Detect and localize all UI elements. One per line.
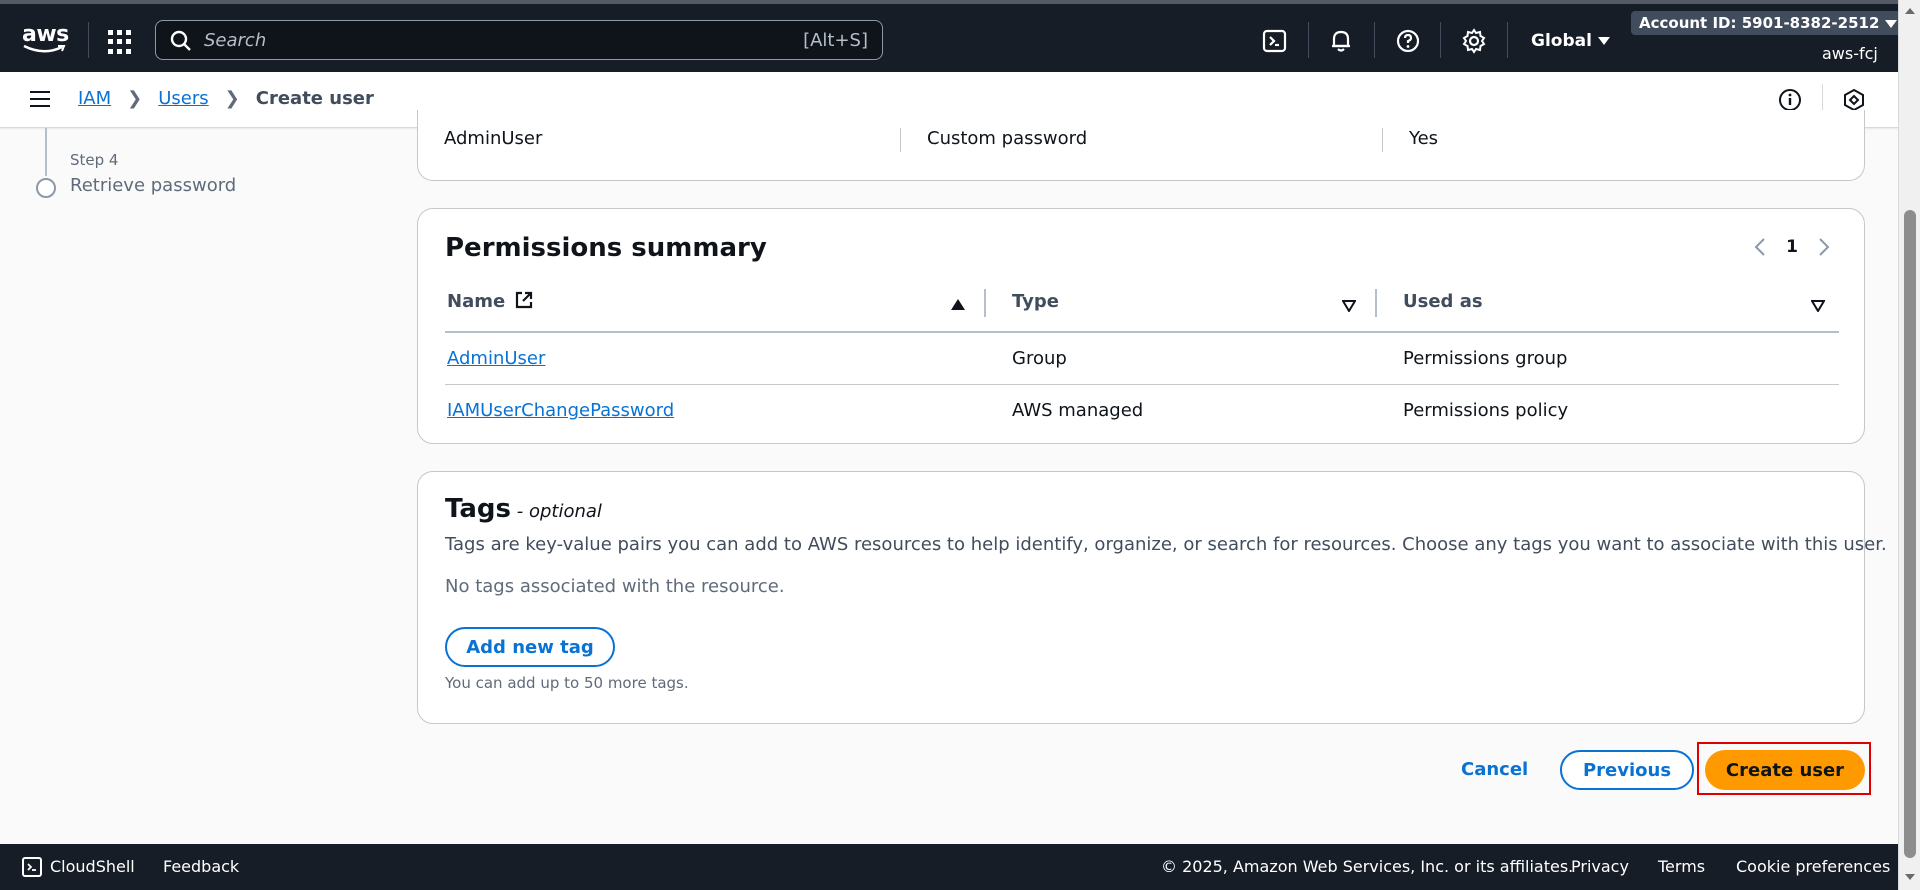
cloudshell-icon[interactable] bbox=[22, 857, 42, 877]
breadcrumb: IAM ❯ Users ❯ Create user bbox=[78, 88, 374, 109]
sort-toggle-icon[interactable] bbox=[1342, 300, 1356, 312]
account-menu[interactable]: Account ID: 5901-8382-2512 bbox=[1631, 11, 1906, 35]
sort-ascending-icon[interactable] bbox=[951, 299, 965, 310]
column-header-name-label: Name bbox=[447, 291, 506, 312]
footer-cloudshell-link[interactable]: CloudShell bbox=[50, 857, 135, 876]
step-number: Step 4 bbox=[70, 151, 119, 169]
create-user-button[interactable]: Create user bbox=[1705, 750, 1865, 790]
account-id-label: Account ID: 5901-8382-2512 bbox=[1639, 14, 1880, 32]
permission-type: AWS managed bbox=[1012, 400, 1144, 421]
user-details-card: AdminUser Custom password Yes bbox=[417, 110, 1865, 181]
previous-button[interactable]: Previous bbox=[1560, 750, 1694, 790]
column-divider bbox=[1382, 128, 1383, 152]
external-link-icon bbox=[516, 291, 533, 309]
scroll-up-icon[interactable] bbox=[1905, 8, 1915, 14]
username[interactable]: aws-fcj bbox=[1822, 44, 1878, 63]
search-shortcut: [Alt+S] bbox=[803, 30, 868, 51]
next-page-icon[interactable] bbox=[1818, 237, 1830, 257]
info-icon[interactable] bbox=[1778, 88, 1802, 112]
region-selector[interactable]: Global bbox=[1531, 31, 1610, 51]
permission-used-as: Permissions group bbox=[1403, 348, 1568, 369]
nav-divider bbox=[1308, 22, 1309, 58]
footer-privacy-link[interactable]: Privacy bbox=[1571, 857, 1629, 876]
aws-logo[interactable]: aws bbox=[22, 22, 69, 58]
console-access-value: Yes bbox=[1409, 128, 1439, 149]
permissions-summary-title: Permissions summary bbox=[445, 233, 767, 263]
cancel-button[interactable]: Cancel bbox=[1461, 759, 1528, 780]
column-header-type[interactable]: Type bbox=[1012, 291, 1059, 312]
search-icon bbox=[170, 30, 191, 51]
column-divider bbox=[1375, 289, 1377, 317]
tags-card: Tags - optional Tags are key-value pairs… bbox=[417, 471, 1887, 724]
nav-divider bbox=[1440, 22, 1441, 58]
password-type-value: Custom password bbox=[927, 128, 1088, 149]
notifications-bell-icon[interactable] bbox=[1328, 28, 1354, 54]
menu-hamburger-icon[interactable] bbox=[30, 91, 50, 107]
column-header-used-as[interactable]: Used as bbox=[1403, 291, 1483, 312]
permission-name-link[interactable]: AdminUser bbox=[447, 348, 545, 369]
sort-toggle-icon[interactable] bbox=[1811, 300, 1825, 312]
top-navigation: aws [Alt+S] Global bbox=[0, 0, 1906, 72]
aws-smile-icon bbox=[23, 44, 66, 53]
tags-title-text: Tags bbox=[445, 494, 512, 524]
search-box[interactable]: [Alt+S] bbox=[155, 20, 883, 60]
tags-optional-label: - optional bbox=[511, 501, 602, 522]
tags-empty-message: No tags associated with the resource. bbox=[445, 576, 785, 597]
permissions-summary-card: Permissions summary 1 Name Type Used as … bbox=[417, 208, 1865, 444]
user-name-value: AdminUser bbox=[444, 128, 543, 149]
column-divider bbox=[984, 289, 986, 317]
footer-copyright: © 2025, Amazon Web Services, Inc. or its… bbox=[1161, 857, 1574, 876]
permission-type: Group bbox=[1012, 348, 1067, 369]
nav-divider bbox=[88, 22, 89, 58]
permission-name-link[interactable]: IAMUserChangePassword bbox=[447, 400, 674, 421]
footer: CloudShell Feedback © 2025, Amazon Web S… bbox=[0, 844, 1898, 890]
chevron-right-icon: ❯ bbox=[127, 88, 143, 109]
step-connector bbox=[45, 128, 47, 176]
column-header-name[interactable]: Name bbox=[447, 291, 533, 312]
chevron-down-icon bbox=[1597, 37, 1610, 45]
breadcrumb-link-iam[interactable]: IAM bbox=[78, 88, 111, 109]
search-input[interactable] bbox=[204, 27, 704, 53]
tags-title: Tags - optional bbox=[445, 494, 602, 524]
breadcrumb-current: Create user bbox=[255, 88, 374, 109]
page-scrollbar[interactable] bbox=[1898, 0, 1920, 890]
settings-gear-icon[interactable] bbox=[1461, 28, 1487, 54]
nav-divider bbox=[1374, 22, 1375, 58]
scrollbar-thumb[interactable] bbox=[1904, 210, 1916, 858]
tags-limit-hint: You can add up to 50 more tags. bbox=[445, 674, 689, 692]
footer-feedback-link[interactable]: Feedback bbox=[163, 857, 239, 876]
cloudshell-icon[interactable] bbox=[1262, 28, 1288, 54]
step-title: Retrieve password bbox=[70, 175, 237, 196]
hexagon-help-icon[interactable] bbox=[1842, 88, 1866, 112]
breadcrumb-link-users[interactable]: Users bbox=[158, 88, 208, 109]
footer-cookie-preferences-link[interactable]: Cookie preferences bbox=[1736, 857, 1890, 876]
pagination: 1 bbox=[1754, 237, 1830, 257]
previous-page-icon[interactable] bbox=[1754, 237, 1766, 257]
tags-description: Tags are key-value pairs you can add to … bbox=[445, 534, 1887, 555]
table-header-divider bbox=[445, 331, 1839, 333]
add-new-tag-button[interactable]: Add new tag bbox=[445, 627, 615, 667]
table-row-divider bbox=[445, 384, 1839, 385]
services-menu-icon[interactable] bbox=[108, 30, 132, 54]
region-label: Global bbox=[1531, 31, 1592, 51]
scroll-down-icon[interactable] bbox=[1905, 874, 1915, 880]
nav-divider bbox=[1507, 22, 1508, 58]
footer-terms-link[interactable]: Terms bbox=[1658, 857, 1705, 876]
column-divider bbox=[900, 128, 901, 152]
chevron-down-icon bbox=[1885, 19, 1898, 28]
current-page-number[interactable]: 1 bbox=[1786, 237, 1798, 257]
chevron-right-icon: ❯ bbox=[224, 88, 240, 109]
aws-logo-text: aws bbox=[22, 22, 69, 47]
permission-used-as: Permissions policy bbox=[1403, 400, 1569, 421]
step-status-icon bbox=[36, 178, 56, 198]
help-circle-icon[interactable] bbox=[1395, 28, 1421, 54]
